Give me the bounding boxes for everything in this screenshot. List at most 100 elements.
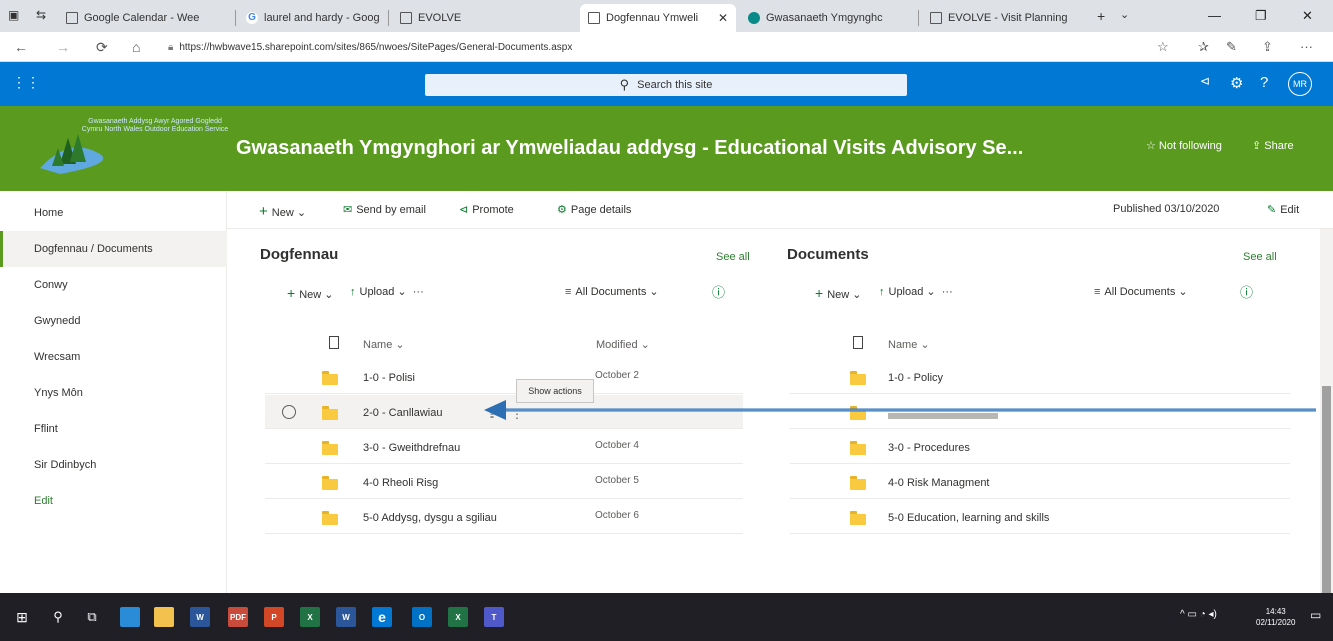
edge-icon[interactable]: e [372, 607, 392, 627]
teams-icon[interactable]: T [484, 607, 504, 627]
star-icon[interactable]: ☆ [1157, 39, 1169, 55]
tab-evolve[interactable]: EVOLVE [392, 4, 572, 32]
forward-icon[interactable]: → [56, 39, 70, 55]
table-row[interactable]: 1-0 - Polisi October 2 [265, 360, 743, 394]
gear-icon[interactable]: ⚙ [1230, 74, 1243, 92]
google-icon: G [246, 12, 258, 24]
webpart-title[interactable]: Documents [787, 246, 869, 263]
row-name[interactable]: 1-0 - Policy [888, 372, 943, 384]
favorites-icon[interactable]: ✰ [1198, 39, 1209, 55]
edit-page-button[interactable]: ✎ Edit [1267, 203, 1299, 216]
nav-item-wrecsam[interactable]: Wrecsam [0, 339, 227, 375]
table-row[interactable]: 4-0 Risk Managment [790, 465, 1290, 499]
nav-item-sir-ddinbych[interactable]: Sir Ddinbych [0, 447, 227, 483]
nav-edit-label: Edit [34, 495, 53, 507]
minimize-icon[interactable]: — [1208, 8, 1221, 23]
home-icon[interactable]: ⌂ [132, 39, 140, 55]
url-field[interactable]: 🔒︎ https://hwbwave15.sharepoint.com/site… [168, 36, 1318, 58]
close-window-icon[interactable]: ✕ [1302, 8, 1313, 24]
send-email-button[interactable]: ✉ Send by email [343, 203, 426, 216]
row-name[interactable]: 4-0 Rheoli Risg [363, 477, 438, 489]
nav-item-home[interactable]: Home [0, 195, 227, 231]
chevron-down-icon[interactable]: ⌄ [1120, 8, 1129, 21]
table-row[interactable]: 5-0 Education, learning and skills [790, 500, 1290, 534]
tab-actions-icon[interactable]: ⇆ [36, 8, 46, 22]
tab-dogfennau-active[interactable]: Dogfennau Ymweli ✕ [580, 4, 736, 32]
search-icon[interactable]: ⚲ [48, 607, 68, 627]
nav-item-fflint[interactable]: Fflint [0, 411, 227, 447]
new-tab-icon[interactable]: + [1097, 8, 1105, 24]
row-select-radio[interactable] [282, 405, 296, 419]
follow-button[interactable]: ☆ Not following [1146, 139, 1222, 152]
taskbar-clock[interactable]: 14:43 02/11/2020 [1256, 606, 1295, 628]
nav-item-documents[interactable]: Dogfennau / Documents [0, 231, 227, 267]
help-icon[interactable]: ? [1260, 74, 1268, 91]
column-header-modified[interactable]: Modified ⌄ [596, 338, 650, 351]
system-tray-icons[interactable]: ^ ▭ ◔ ◂) [1180, 609, 1217, 620]
close-tab-icon[interactable]: ✕ [712, 11, 728, 25]
table-row[interactable]: 1-0 - Policy [790, 360, 1290, 394]
column-header-name[interactable]: Name ⌄ [888, 338, 930, 351]
lib-view-selector[interactable]: ≡ All Documents ⌄ [565, 285, 659, 298]
lib-view-selector[interactable]: ≡ All Documents ⌄ [1094, 285, 1188, 298]
app-launcher-icon[interactable]: ⋮⋮ [12, 74, 40, 91]
table-row[interactable]: 3-0 - Procedures [790, 430, 1290, 464]
task-view-icon[interactable]: ⧉ [82, 607, 102, 627]
word-icon[interactable]: W [336, 607, 356, 627]
tab-gwasanaeth[interactable]: Gwasanaeth Ymgynghc [740, 4, 916, 32]
lib-new-button[interactable]: + New ⌄ [815, 285, 861, 301]
powerpoint-icon[interactable]: P [264, 607, 284, 627]
info-icon[interactable]: ⓘ [1240, 282, 1253, 301]
lib-upload-button[interactable]: ↑ Upload ⌄ ··· [350, 285, 424, 298]
table-row[interactable]: 5-0 Addysg, dysgu a sgiliau October 6 [265, 500, 743, 534]
row-name[interactable]: 3-0 - Procedures [888, 442, 970, 454]
back-icon[interactable]: ← [14, 39, 28, 55]
lib-upload-button[interactable]: ↑ Upload ⌄ ··· [879, 285, 953, 298]
promote-button[interactable]: ⊲ Promote [459, 203, 514, 216]
maximize-icon[interactable]: ❐ [1255, 8, 1267, 24]
excel-icon[interactable]: X [448, 607, 468, 627]
row-name[interactable]: 5-0 Addysg, dysgu a sgiliau [363, 512, 497, 524]
store-icon[interactable] [154, 607, 174, 627]
window-menu-icon[interactable]: ▣ [8, 8, 19, 22]
page-details-button[interactable]: ⚙ Page details [557, 203, 631, 216]
column-header-name[interactable]: Name ⌄ [363, 338, 405, 351]
site-title[interactable]: Gwasanaeth Ymgynghori ar Ymweliadau addy… [236, 137, 1023, 160]
row-name[interactable]: 2-0 - Canllawiau [363, 407, 442, 419]
megaphone-icon[interactable]: ⊲ [1200, 74, 1210, 88]
start-icon[interactable]: ⊞ [12, 607, 32, 627]
table-row[interactable]: 4-0 Rheoli Risg October 5 [265, 465, 743, 499]
avatar[interactable]: MR [1288, 72, 1312, 96]
refresh-icon[interactable]: ⟳ [96, 39, 108, 56]
tab-evolve-planning[interactable]: EVOLVE - Visit Planning [922, 4, 1092, 32]
row-name[interactable]: 1-0 - Polisi [363, 372, 415, 384]
row-name[interactable]: 3-0 - Gweithdrefnau [363, 442, 460, 454]
info-icon[interactable]: ⓘ [712, 282, 725, 301]
search-box[interactable]: ⚲ Search this site [425, 74, 907, 96]
tab-google-calendar[interactable]: Google Calendar - Wee [58, 4, 234, 32]
nav-edit-link[interactable]: Edit [0, 483, 227, 519]
outlook-icon[interactable]: O [412, 607, 432, 627]
see-all-link[interactable]: See all [1243, 251, 1277, 263]
nav-item-conwy[interactable]: Conwy [0, 267, 227, 303]
lib-new-button[interactable]: + New ⌄ [287, 285, 333, 301]
tab-laurel-hardy[interactable]: Glaurel and hardy - Goog [238, 4, 386, 32]
pdf-icon[interactable]: PDF [228, 607, 248, 627]
nav-item-gwynedd[interactable]: Gwynedd [0, 303, 227, 339]
row-name[interactable]: 5-0 Education, learning and skills [888, 512, 1049, 524]
excel-icon[interactable]: X [300, 607, 320, 627]
table-row[interactable]: 3-0 - Gweithdrefnau October 4 [265, 430, 743, 464]
webpart-title[interactable]: Dogfennau [260, 246, 338, 263]
share-icon[interactable]: ⇪ [1262, 39, 1273, 55]
see-all-link[interactable]: See all [716, 251, 750, 263]
scrollbar-thumb[interactable] [1322, 386, 1331, 596]
nav-item-ynys-mon[interactable]: Ynys Môn [0, 375, 227, 411]
notifications-icon[interactable]: ▭ [1310, 608, 1321, 622]
word-icon[interactable]: W [190, 607, 210, 627]
share-button[interactable]: ⇪ Share [1252, 139, 1294, 152]
row-name[interactable]: 4-0 Risk Managment [888, 477, 990, 489]
more-icon[interactable]: ··· [1300, 39, 1313, 54]
new-button[interactable]: + New ⌄ [259, 203, 306, 220]
pen-icon[interactable]: ✎ [1226, 39, 1237, 55]
file-explorer-icon[interactable] [120, 607, 140, 627]
